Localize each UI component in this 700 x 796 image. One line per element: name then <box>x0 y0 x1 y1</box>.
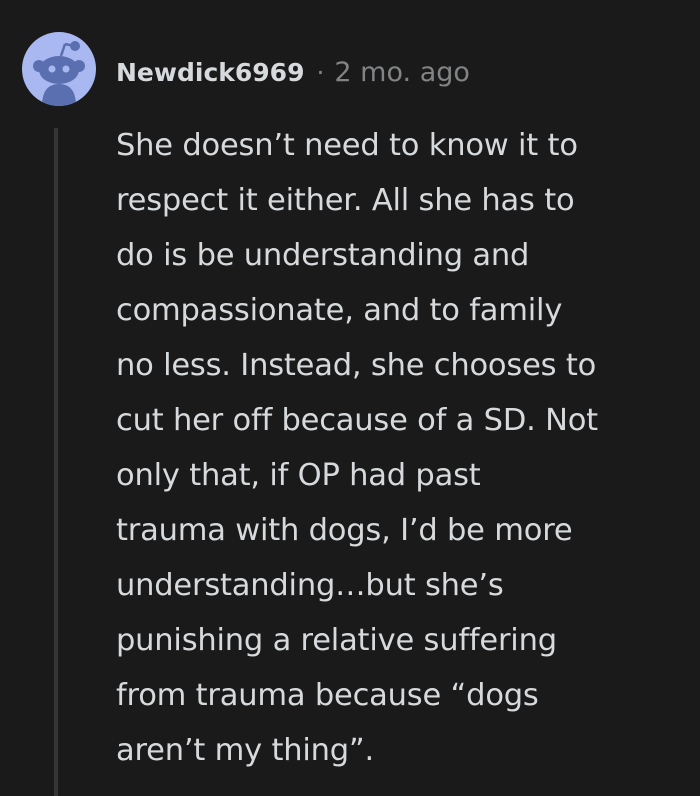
comment-text-line: understanding…but she’s <box>116 568 504 603</box>
comment-header: Newdick6969 · 2 mo. ago <box>116 52 470 92</box>
username-link[interactable]: Newdick6969 <box>116 58 304 87</box>
comment-body: She doesn’t need to know it to respect i… <box>116 118 686 778</box>
comment-text-line: compassionate, and to family <box>116 293 563 328</box>
comment-text-line: punishing a relative suffering <box>116 623 557 658</box>
snoo-avatar-icon <box>33 41 85 106</box>
comment-text-line: do is be understanding and <box>116 238 530 273</box>
timestamp[interactable]: 2 mo. ago <box>334 57 469 88</box>
comment-text-line: She doesn’t need to know it to <box>116 128 578 163</box>
separator-dot: · <box>316 57 325 87</box>
comment-text-line: trauma with dogs, I’d be more <box>116 513 573 548</box>
thread-collapse-line[interactable] <box>54 128 58 796</box>
comment: Newdick6969 · 2 mo. ago She doesn’t need… <box>0 0 700 796</box>
comment-text-line: only that, if OP had past <box>116 458 481 493</box>
comment-text-line: from trauma because “dogs <box>116 678 539 713</box>
comment-text-line: cut her off because of a SD. Not <box>116 403 598 438</box>
comment-text-line: aren’t my thing”. <box>116 733 375 768</box>
user-avatar[interactable] <box>22 32 96 106</box>
comment-text-line: no less. Instead, she chooses to <box>116 348 597 383</box>
comment-text-line: respect it either. All she has to <box>116 183 575 218</box>
